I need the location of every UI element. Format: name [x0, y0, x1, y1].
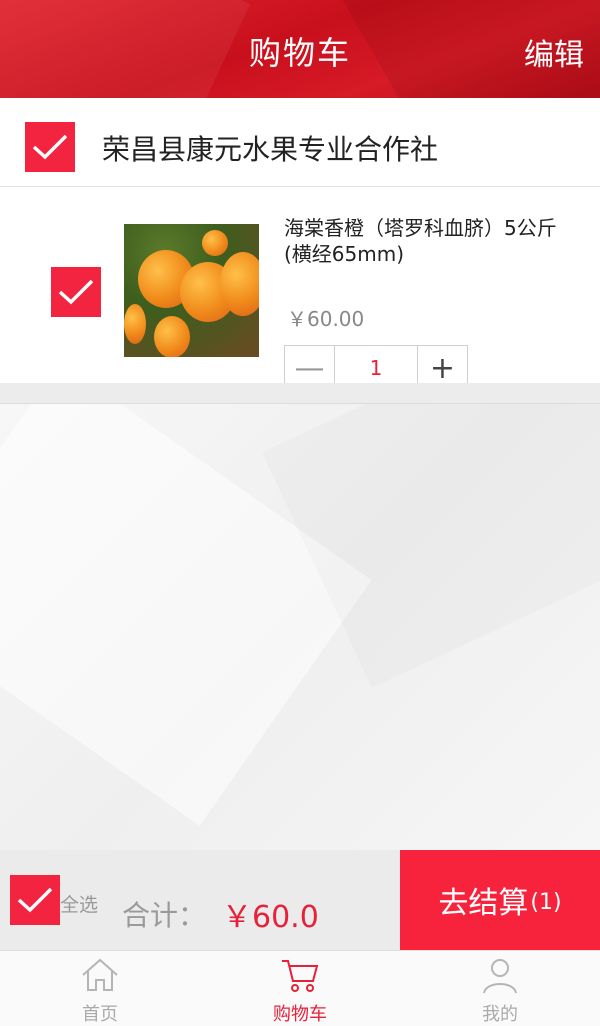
- product-price: ￥60.00: [287, 307, 365, 331]
- item-checkbox[interactable]: [51, 267, 101, 317]
- select-all-checkbox[interactable]: [10, 875, 60, 925]
- quantity-value[interactable]: 1: [334, 346, 418, 383]
- page-title: 购物车: [248, 34, 351, 72]
- checkmark-icon: [58, 279, 94, 305]
- quantity-stepper: — 1 +: [284, 345, 468, 383]
- product-image[interactable]: [124, 224, 259, 357]
- total-label: 合计：: [122, 899, 207, 932]
- shop-name[interactable]: 荣昌县康元水果专业合作社: [102, 128, 438, 168]
- cart-icon: [282, 960, 319, 992]
- cart-background: [0, 404, 600, 850]
- decrease-button[interactable]: —: [285, 346, 334, 384]
- app-header: 购物车 编辑: [0, 0, 600, 98]
- total-value: ￥60.0: [222, 900, 319, 935]
- checkout-label: 去结算: [438, 886, 529, 921]
- tab-label: 我的: [482, 1004, 518, 1025]
- section-divider: [0, 383, 600, 404]
- select-all-label[interactable]: 全选: [60, 890, 98, 917]
- shop-row: 荣昌县康元水果专业合作社: [0, 98, 600, 187]
- tab-cart[interactable]: 购物车: [200, 951, 400, 1026]
- home-icon: [82, 958, 118, 991]
- checkout-bar: 全选 合计： ￥60.0 去结算 (1): [0, 850, 600, 950]
- tab-profile[interactable]: 我的: [400, 951, 600, 1026]
- user-icon: [483, 959, 517, 994]
- edit-button[interactable]: 编辑: [524, 30, 584, 74]
- tab-label: 首页: [82, 1004, 118, 1025]
- bottom-tab-bar: 首页 购物车 我的: [0, 950, 600, 1026]
- cart-item: 海棠香橙（塔罗科血脐）5公斤(横经65mm) ￥60.00 — 1 +: [0, 187, 600, 383]
- checkout-button[interactable]: 去结算 (1): [400, 850, 600, 950]
- tab-home[interactable]: 首页: [0, 951, 200, 1026]
- tab-label: 购物车: [273, 1004, 327, 1025]
- increase-button[interactable]: +: [418, 346, 467, 384]
- checkmark-icon: [17, 887, 53, 913]
- checkout-count: (1): [530, 889, 562, 915]
- product-name[interactable]: 海棠香橙（塔罗科血脐）5公斤(横经65mm): [284, 215, 574, 267]
- checkmark-icon: [32, 134, 68, 160]
- shop-checkbox[interactable]: [25, 122, 75, 172]
